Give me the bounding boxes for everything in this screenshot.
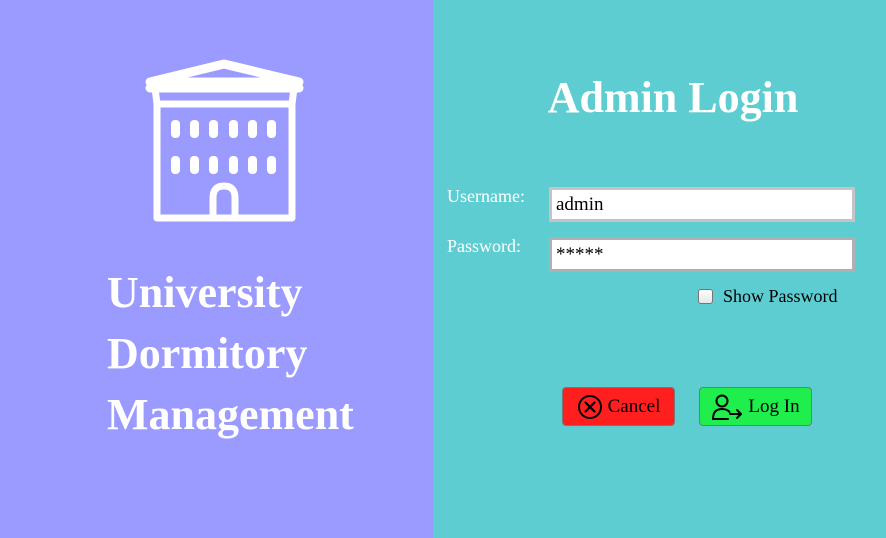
app-title-line-2: Dormitory [107, 329, 308, 378]
app-title-line-3: Management [107, 390, 354, 439]
close-circle-icon [577, 394, 602, 419]
show-password-checkbox[interactable] [698, 289, 713, 304]
password-input[interactable] [549, 237, 855, 272]
university-building-icon [145, 59, 304, 222]
app-title: University Dormitory Management [107, 262, 427, 445]
show-password-label: Show Password [723, 286, 838, 306]
cancel-button-label: Cancel [607, 395, 661, 417]
login-title: Admin Login [547, 73, 799, 122]
cancel-button[interactable]: Cancel [562, 387, 675, 426]
login-button[interactable]: Log In [699, 387, 812, 426]
app-title-line-1: University [107, 268, 303, 317]
password-label: Password: [447, 236, 522, 256]
user-login-icon [712, 394, 743, 420]
login-button-label: Log In [748, 395, 800, 417]
username-input[interactable] [549, 187, 855, 222]
username-label: Username: [447, 186, 525, 206]
show-password-toggle[interactable]: Show Password [698, 286, 838, 307]
